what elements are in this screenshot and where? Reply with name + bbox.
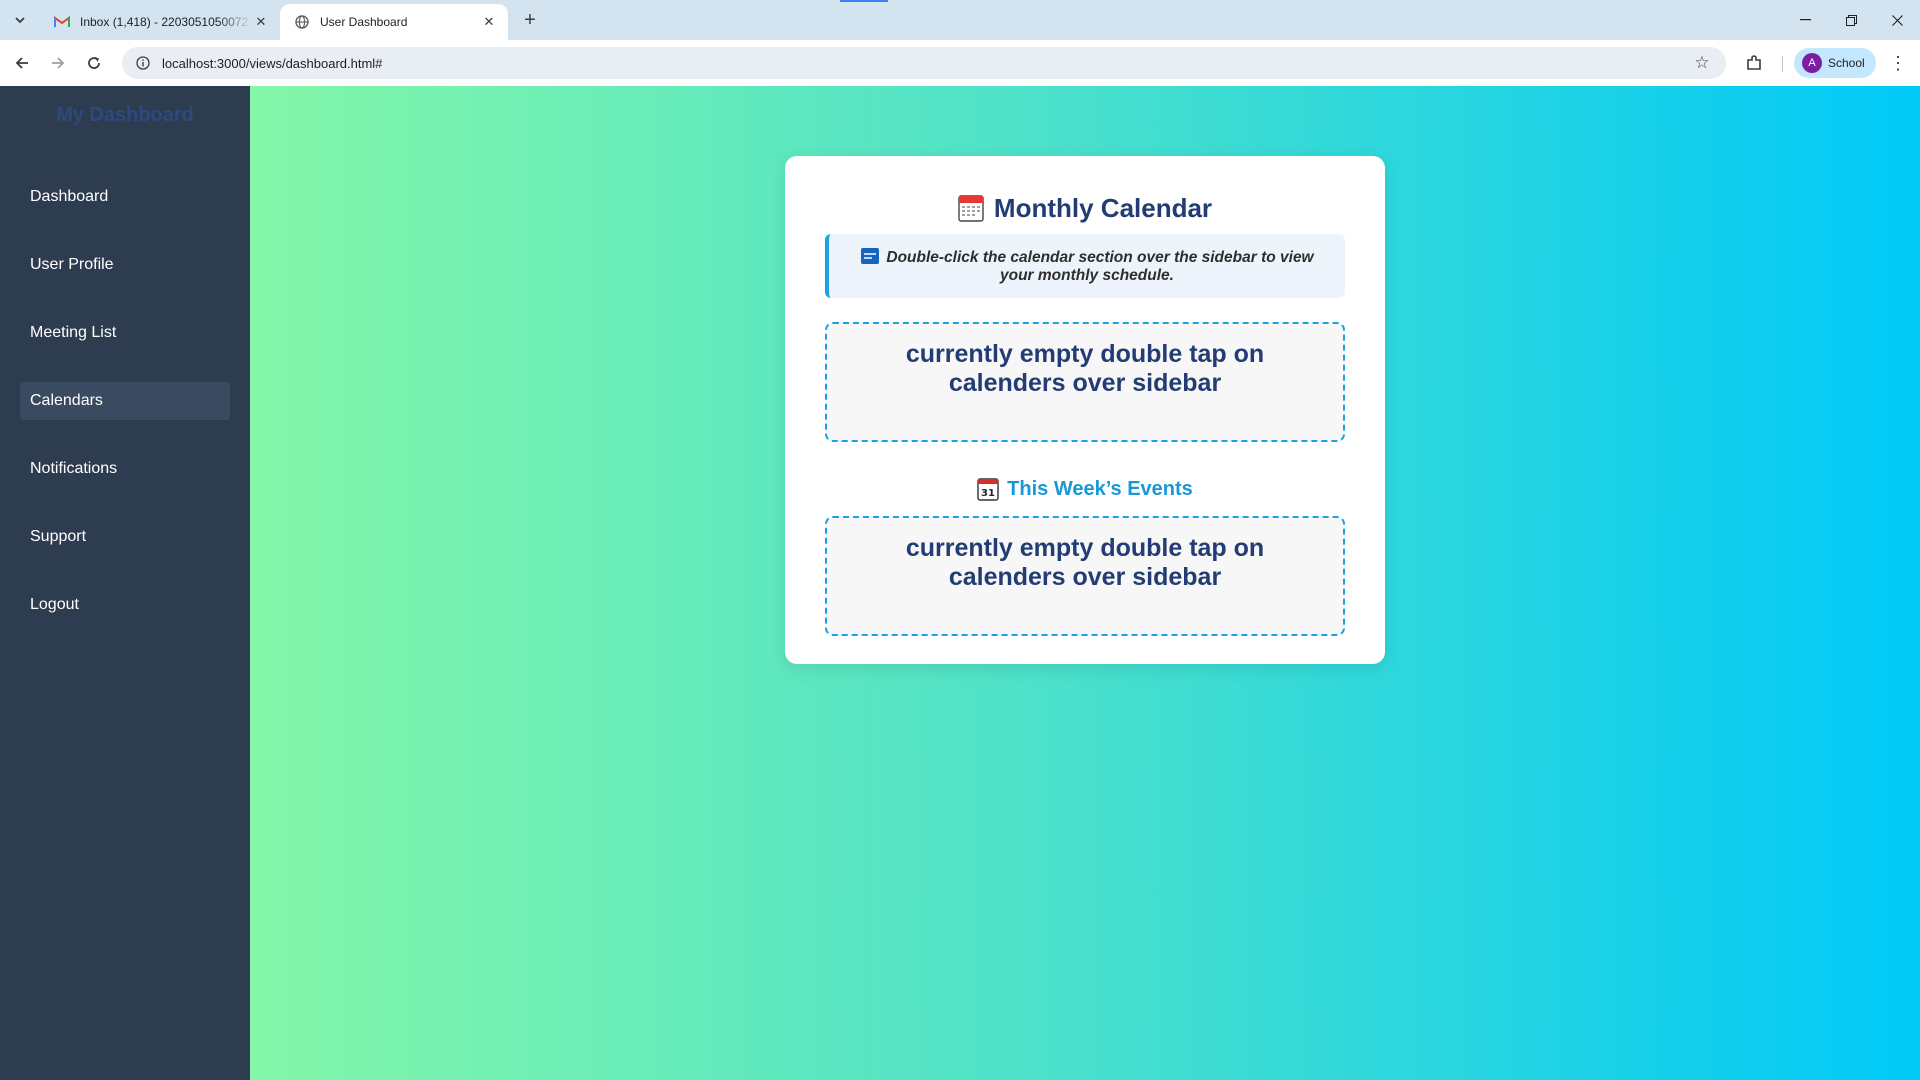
info-note-text: Double-click the calendar section over t… — [886, 249, 1314, 284]
browser-toolbar: localhost:3000/views/dashboard.html# ☆ A… — [0, 40, 1920, 86]
toolbar-divider — [1782, 56, 1783, 72]
back-icon[interactable] — [8, 49, 36, 77]
tab-search-icon[interactable] — [8, 8, 32, 32]
main-content: Monthly Calendar Double-click the calend… — [250, 86, 1920, 1080]
globe-icon — [294, 14, 310, 30]
gmail-icon — [54, 14, 70, 30]
page-title: Monthly Calendar — [825, 188, 1345, 228]
tab-indicator — [840, 0, 888, 2]
browser-tabstrip: Inbox (1,418) - 2203051050072 ✕ User Das… — [0, 0, 1920, 40]
sidebar-item-calendars[interactable]: Calendars — [20, 382, 230, 420]
reload-icon[interactable] — [80, 49, 108, 77]
sidebar-item-label: Notifications — [30, 460, 118, 477]
avatar: A — [1802, 53, 1822, 73]
tab-user-dashboard[interactable]: User Dashboard ✕ — [280, 4, 508, 40]
tab-title: User Dashboard — [320, 15, 408, 29]
empty-state-text: currently empty double tap on calenders … — [905, 340, 1265, 397]
sidebar-item-label: Dashboard — [30, 188, 109, 205]
bookmark-star-icon[interactable]: ☆ — [1692, 53, 1712, 73]
svg-text:31: 31 — [981, 488, 995, 499]
empty-state-text: currently empty double tap on calenders … — [905, 534, 1265, 591]
extensions-icon[interactable] — [1742, 51, 1766, 75]
close-window-icon[interactable] — [1874, 0, 1920, 40]
calendar-31-icon: 31 — [977, 478, 999, 501]
forward-icon[interactable] — [44, 49, 72, 77]
site-info-icon[interactable] — [134, 54, 152, 72]
page-viewport: My Dashboard Dashboard User Profile Meet… — [0, 86, 1920, 1080]
sidebar-item-support[interactable]: Support — [20, 518, 230, 556]
sidebar-item-user-profile[interactable]: User Profile — [20, 246, 230, 284]
sidebar-item-meeting-list[interactable]: Meeting List — [20, 314, 230, 352]
week-title-text: This Week’s Events — [1007, 477, 1193, 500]
calendar-card: Monthly Calendar Double-click the calend… — [785, 156, 1385, 664]
calendar-icon — [958, 195, 984, 222]
minimize-icon[interactable] — [1782, 0, 1828, 40]
close-icon[interactable]: ✕ — [252, 13, 270, 31]
sidebar-item-dashboard[interactable]: Dashboard — [20, 178, 230, 216]
sidebar: My Dashboard Dashboard User Profile Meet… — [0, 86, 250, 1080]
profile-button[interactable]: A School — [1794, 48, 1876, 78]
week-events-title: 31 This Week’s Events — [825, 476, 1345, 502]
sidebar-item-notifications[interactable]: Notifications — [20, 450, 230, 488]
week-events-area[interactable]: currently empty double tap on calenders … — [825, 516, 1345, 636]
more-menu-icon[interactable]: ⋮ — [1886, 51, 1910, 75]
profile-label: School — [1828, 56, 1865, 70]
sidebar-item-label: Logout — [30, 596, 79, 613]
card-title-text: Monthly Calendar — [993, 192, 1213, 223]
sidebar-item-logout[interactable]: Logout — [20, 586, 230, 624]
info-note: Double-click the calendar section over t… — [825, 234, 1345, 298]
restore-icon[interactable] — [1828, 0, 1874, 40]
tab-title: Inbox (1,418) - 2203051050072 — [80, 15, 249, 29]
monthly-calendar-area[interactable]: currently empty double tap on calenders … — [825, 322, 1345, 442]
sidebar-brand: My Dashboard — [56, 104, 194, 126]
sidebar-item-label: Calendars — [30, 392, 103, 409]
sidebar-item-label: Support — [30, 528, 87, 545]
close-icon[interactable]: ✕ — [480, 13, 498, 31]
new-tab-icon[interactable]: + — [518, 8, 542, 32]
url-text: localhost:3000/views/dashboard.html# — [162, 55, 383, 71]
sidebar-item-label: User Profile — [30, 256, 114, 273]
note-icon — [861, 248, 880, 264]
address-bar[interactable]: localhost:3000/views/dashboard.html# ☆ — [122, 47, 1726, 79]
sidebar-item-label: Meeting List — [30, 324, 117, 341]
tab-inbox[interactable]: Inbox (1,418) - 2203051050072 ✕ — [40, 4, 280, 40]
sidebar-nav: Dashboard User Profile Meeting List Cale… — [0, 178, 250, 624]
